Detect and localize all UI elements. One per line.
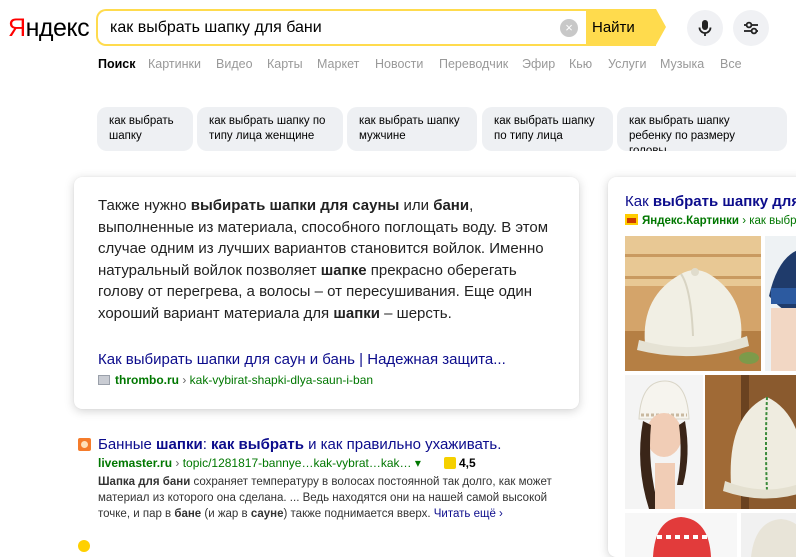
- microphone-icon: [698, 20, 712, 36]
- image-thumbnail[interactable]: [625, 375, 703, 509]
- filters-icon: [744, 21, 758, 35]
- search-bar: × Найти: [96, 9, 668, 46]
- tab-news[interactable]: Новости: [375, 57, 423, 71]
- tab-images[interactable]: Картинки: [148, 57, 201, 71]
- search-button[interactable]: Найти: [586, 9, 656, 46]
- yandex-logo[interactable]: Яндекс: [8, 14, 90, 43]
- highlighted-text: шапке: [320, 261, 367, 279]
- text-segment: Также нужно: [98, 197, 191, 214]
- images-title-plain: Как: [625, 193, 653, 210]
- snippet-source-domain: thrombo.ru: [115, 373, 179, 387]
- search-settings-button[interactable]: [733, 10, 769, 46]
- search-button-arrow: [656, 9, 666, 45]
- sauna-hat-image: [625, 236, 761, 371]
- logo-rest: ндекс: [25, 14, 90, 42]
- highlighted-text: как выбрать: [211, 436, 304, 453]
- result-domain: livemaster.ru: [98, 456, 173, 470]
- suggestion-chip[interactable]: как выбрать шапку: [97, 107, 193, 151]
- images-source-name: Яндекс.Картинки: [642, 215, 740, 227]
- image-thumbnail[interactable]: [705, 375, 796, 509]
- tab-maps[interactable]: Карты: [267, 57, 303, 71]
- snippet-source[interactable]: thrombo.ru › kak-vybirat-shapki-dlya-sau…: [98, 373, 373, 387]
- featured-snippet: Также нужно выбирать шапки для сауны или…: [74, 177, 579, 409]
- suggestion-chip[interactable]: как выбрать шапку по типу лица: [482, 107, 613, 151]
- sauna-hat-image: [765, 236, 796, 371]
- images-source-path: › как выбрать шапку: [742, 215, 796, 227]
- highlighted-text: бани: [433, 197, 470, 214]
- suggestion-chip[interactable]: как выбрать шапку мужчине: [347, 107, 477, 151]
- rating-icon: [444, 457, 456, 469]
- tab-market[interactable]: Маркет: [317, 57, 359, 71]
- highlighted-text: бане: [174, 508, 202, 520]
- result-url[interactable]: livemaster.ru › topic/1281817-bannye…kak…: [98, 456, 421, 470]
- url-separator: ›: [172, 456, 183, 470]
- sauna-hat-image: [705, 375, 796, 509]
- image-thumbnail[interactable]: [625, 513, 737, 557]
- image-thumbnail[interactable]: [765, 236, 796, 371]
- url-separator: ›: [179, 373, 190, 387]
- rating-value: 4,5: [459, 456, 476, 470]
- result-path: topic/1281817-bannye…kak-vybrat…kak… ▾: [182, 456, 421, 470]
- livemaster-favicon-icon: [78, 438, 91, 451]
- site-rating[interactable]: 4,5: [444, 456, 476, 470]
- search-input[interactable]: [110, 17, 550, 39]
- woman-in-hat-image: [625, 375, 703, 509]
- text-segment: :: [202, 436, 212, 453]
- highlighted-text: выбирать шапки для сауны: [190, 197, 400, 214]
- highlighted-text: Шапка для бани: [98, 476, 191, 488]
- tab-search[interactable]: Поиск: [98, 57, 136, 71]
- snippet-text: Также нужно выбирать шапки для сауны или…: [98, 195, 558, 324]
- highlighted-text: сауне: [250, 508, 284, 520]
- highlighted-text: шапки: [333, 304, 380, 322]
- images-source[interactable]: Яндекс.Картинки › как выбрать шапку: [625, 214, 796, 227]
- image-thumbnail[interactable]: [741, 513, 796, 557]
- tab-video[interactable]: Видео: [216, 57, 253, 71]
- text-segment: или: [399, 197, 434, 214]
- text-segment: ) также поднимается вверх.: [283, 508, 434, 520]
- snippet-link[interactable]: Как выбирать шапки для саун и бань | Над…: [98, 351, 506, 368]
- tab-efir[interactable]: Эфир: [522, 57, 555, 71]
- read-more-link[interactable]: Читать ещё ›: [434, 508, 503, 520]
- sauna-hat-image: [741, 513, 796, 557]
- text-segment: (и жар в: [201, 508, 251, 520]
- suggestion-chip[interactable]: как выбрать шапку по типу лица женщине: [197, 107, 343, 151]
- snippet-source-path: kak-vybirat-shapki-dlya-saun-i-ban: [189, 373, 374, 387]
- result-snippet: Шапка для бани сохраняет температуру в в…: [98, 474, 568, 522]
- suggestion-chip[interactable]: как выбрать шапку ребенку по размеру гол…: [617, 107, 787, 151]
- tab-all[interactable]: Все: [720, 57, 742, 71]
- yandex-images-icon: [625, 214, 638, 225]
- images-title-bold: выбрать шапку для бани: [652, 193, 796, 210]
- search-box: ×: [96, 9, 588, 46]
- images-panel-title[interactable]: Как выбрать шапку для бани: [625, 193, 796, 210]
- tab-translate[interactable]: Переводчик: [439, 57, 508, 71]
- tab-q[interactable]: Кью: [569, 57, 592, 71]
- site-favicon-icon: [98, 375, 110, 385]
- result-title[interactable]: Банные шапки: как выбрать и как правильн…: [98, 436, 501, 453]
- text-segment: Банные: [98, 436, 157, 453]
- text-segment: и как правильно ухаживать.: [303, 436, 502, 453]
- sauna-hat-image: [625, 513, 737, 557]
- images-panel: Как выбрать шапку для бани Яндекс.Картин…: [608, 177, 796, 557]
- text-segment: – шерсть.: [379, 304, 452, 322]
- highlighted-text: шапки: [156, 436, 203, 453]
- next-result-favicon-icon: [78, 540, 90, 552]
- tab-services[interactable]: Услуги: [608, 57, 646, 71]
- logo-first-letter: Я: [8, 14, 26, 42]
- voice-search-button[interactable]: [687, 10, 723, 46]
- tab-music[interactable]: Музыка: [660, 57, 704, 71]
- image-thumbnail[interactable]: [625, 236, 761, 371]
- clear-icon[interactable]: ×: [560, 19, 578, 37]
